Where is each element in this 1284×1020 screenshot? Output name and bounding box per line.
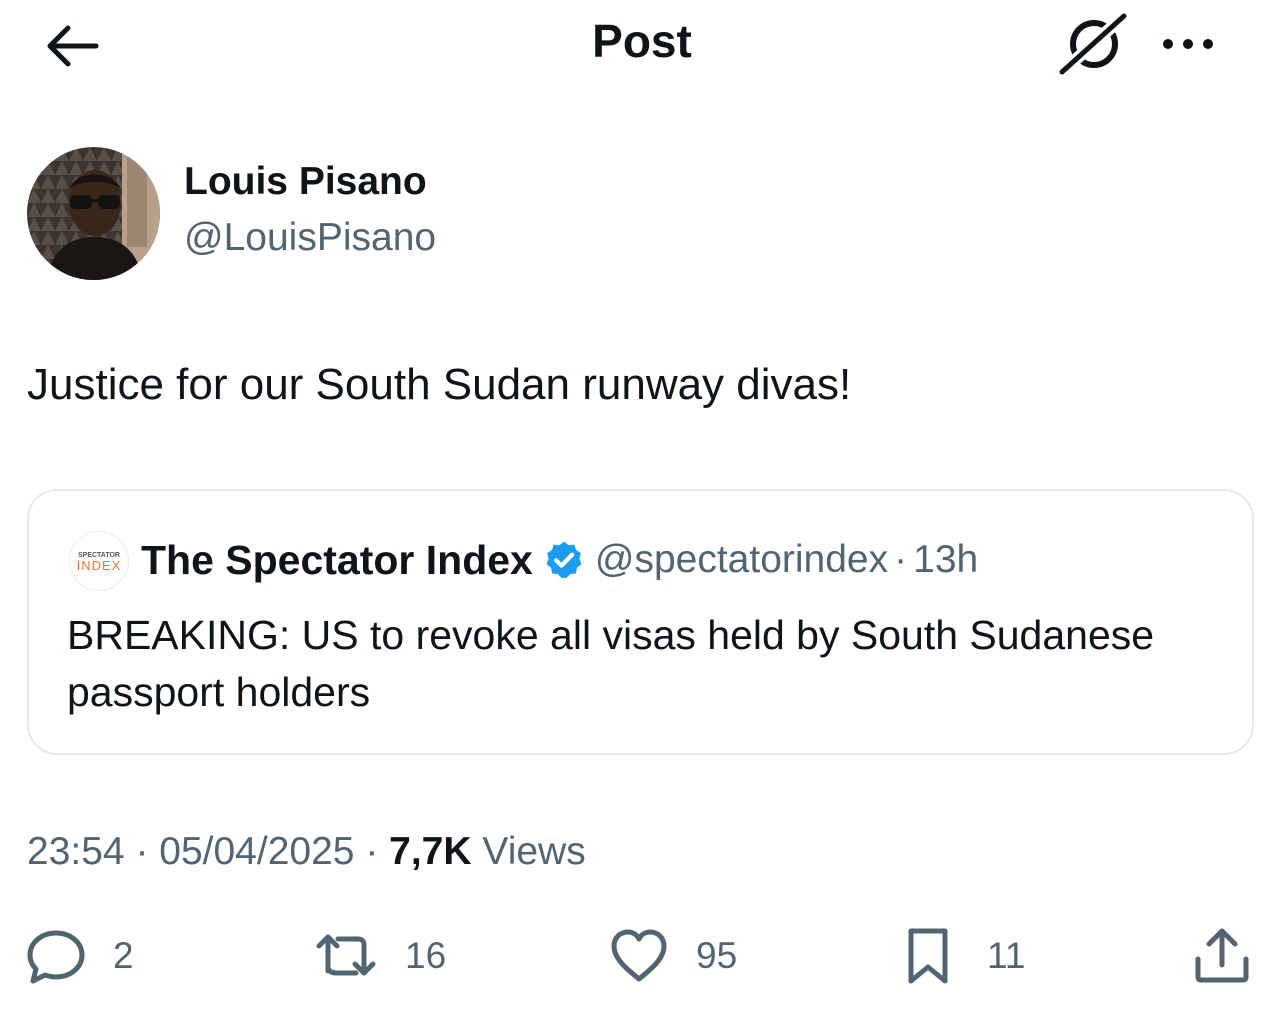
quoted-author-name[interactable]: The Spectator Index: [141, 537, 533, 584]
heart-icon: [611, 929, 667, 982]
like-count: 95: [696, 935, 738, 976]
quoted-avatar[interactable]: SPECTATOR INDEX: [69, 531, 129, 591]
share-icon: [1195, 928, 1249, 983]
views-label: Views: [471, 830, 586, 873]
quoted-post-time: 13h: [913, 538, 979, 581]
separator-dot: ·: [124, 830, 160, 873]
logo-text-bottom: INDEX: [77, 558, 122, 573]
post-text: Justice for our South Sudan runway divas…: [27, 360, 852, 409]
reply-count: 2: [113, 935, 134, 976]
grok-icon: [1056, 10, 1130, 78]
separator-dot: ·: [354, 830, 390, 873]
reply-icon: [27, 930, 85, 984]
quoted-author-handle: @spectatorindex: [594, 538, 889, 581]
repost-count: 16: [405, 935, 447, 976]
post-metadata: 23:54 · 05/04/2025 · 7,7K Views: [27, 830, 586, 874]
avatar[interactable]: [27, 147, 160, 280]
post-time: 23:54: [27, 830, 125, 873]
bookmark-icon: [908, 928, 948, 984]
views-count: 7,7K: [389, 830, 472, 873]
separator-dot: ·: [894, 538, 908, 581]
grok-button[interactable]: [1054, 10, 1134, 78]
verified-badge-icon: [546, 541, 582, 579]
repost-icon: [316, 934, 376, 976]
author-handle[interactable]: @LouisPisano: [184, 216, 436, 260]
quoted-post[interactable]: SPECTATOR INDEX The Spectator Index @spe…: [27, 489, 1254, 755]
spectator-index-logo: SPECTATOR INDEX: [77, 552, 122, 573]
more-horizontal-icon: [1163, 39, 1213, 49]
more-options-button[interactable]: [1158, 24, 1222, 64]
quoted-header: The Spectator Index @spectatorindex · 13…: [141, 535, 978, 585]
author-name[interactable]: Louis Pisano: [184, 160, 427, 204]
quoted-post-text: BREAKING: US to revoke all visas held by…: [67, 612, 1155, 715]
post-date: 05/04/2025: [159, 830, 355, 873]
bookmark-count: 11: [987, 935, 1026, 976]
profile-photo: [27, 147, 160, 280]
